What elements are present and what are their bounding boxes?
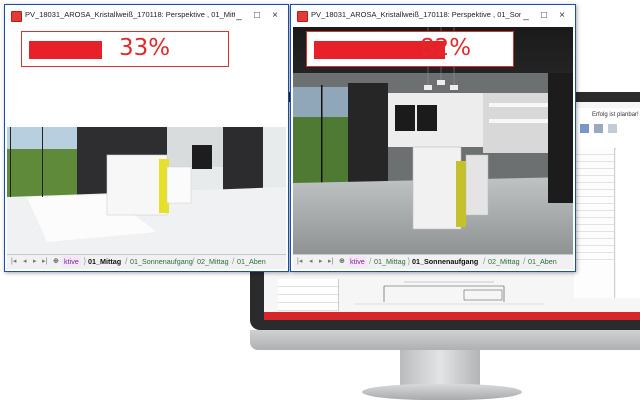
maximize-button[interactable]: □ <box>537 9 551 23</box>
tab-separator: / <box>125 256 128 266</box>
render-viewport: 33% <box>7 27 286 255</box>
ribbon-tool-icon <box>580 124 589 133</box>
progress-indicator: 82% <box>306 31 514 67</box>
minimize-button[interactable]: _ <box>519 9 533 23</box>
tab-perspektive[interactable]: ktive <box>348 256 367 267</box>
close-button[interactable]: × <box>555 9 569 23</box>
sheet-tab-strip: |◂ ◂ ▸ ▸| ⊕ ktive ⟩ 01_Mittag / 01_Sonne… <box>7 254 286 269</box>
tab-02-mittag[interactable]: 02_Mittag <box>197 256 229 267</box>
maximize-button[interactable]: □ <box>250 9 264 23</box>
tab-separator: / <box>192 256 195 266</box>
next-tab-button[interactable]: ▸ <box>319 257 323 265</box>
ribbon-tool-icon <box>594 124 603 133</box>
prev-tab-button[interactable]: ◂ <box>309 257 313 265</box>
tab-perspektive[interactable]: ktive <box>62 256 81 267</box>
last-tab-button[interactable]: ▸| <box>42 257 47 265</box>
render-window-sonnenaufgang[interactable]: PV_18031_AROSA_Kristallweiß_170118: Pers… <box>290 4 576 272</box>
first-tab-button[interactable]: |◂ <box>11 257 16 265</box>
add-tab-icon[interactable]: ⊕ <box>339 257 345 265</box>
close-button[interactable]: × <box>268 9 282 23</box>
tab-separator: / <box>232 256 235 266</box>
tab-01-aben[interactable]: 01_Aben <box>528 256 557 267</box>
tab-separator: / <box>523 256 526 266</box>
tab-separator: / <box>483 256 486 266</box>
app-icon <box>297 11 308 22</box>
tab-02-mittag[interactable]: 02_Mittag <box>488 256 520 267</box>
background-ribbon: Erfolg ist planbar! <box>574 108 640 149</box>
ribbon-tool-icon <box>608 124 617 133</box>
window-title: PV_18031_AROSA_Kristallweiß_170118: Pers… <box>25 10 235 19</box>
first-tab-button[interactable]: |◂ <box>297 257 302 265</box>
title-bar[interactable]: PV_18031_AROSA_Kristallweiß_170118: Pers… <box>291 5 575 27</box>
tab-01-sonnenaufgang[interactable]: 01_Sonnenaufgang <box>412 256 478 267</box>
ribbon-slogan: Erfolg ist planbar! <box>592 112 639 118</box>
window-title: PV_18031_AROSA_Kristallweiß_170118: Pers… <box>311 10 521 19</box>
tab-separator: ⟩ <box>83 256 87 266</box>
app-icon <box>11 11 22 22</box>
render-viewport: 82% <box>293 27 573 255</box>
monitor-status-bar <box>264 312 640 320</box>
progress-percent: 82% <box>420 35 472 61</box>
tab-separator: ⟩ <box>407 256 411 266</box>
next-tab-button[interactable]: ▸ <box>33 257 37 265</box>
add-tab-icon[interactable]: ⊕ <box>53 257 59 265</box>
title-bar[interactable]: PV_18031_AROSA_Kristallweiß_170118: Pers… <box>5 5 288 27</box>
progress-percent: 33% <box>119 35 171 61</box>
tab-01-sonnenaufgang[interactable]: 01_Sonnenaufgang <box>130 256 193 267</box>
render-window-mittag[interactable]: PV_18031_AROSA_Kristallweiß_170118: Pers… <box>4 4 289 272</box>
background-side-panel <box>616 148 640 298</box>
monitor-stand-foot <box>362 384 522 400</box>
sheet-tab-strip: |◂ ◂ ▸ ▸| ⊕ ktive / 01_Mittag ⟩ 01_Sonne… <box>293 254 573 269</box>
minimize-button[interactable]: _ <box>232 9 246 23</box>
floorplan-drawing <box>354 281 544 305</box>
prev-tab-button[interactable]: ◂ <box>23 257 27 265</box>
monitor-stand-neck <box>400 350 480 386</box>
tab-01-mittag[interactable]: 01_Mittag <box>88 256 121 267</box>
last-tab-button[interactable]: ▸| <box>328 257 333 265</box>
tab-separator: / <box>369 256 372 266</box>
tab-01-mittag[interactable]: 01_Mittag <box>374 256 406 267</box>
tab-01-aben[interactable]: 01_Aben <box>237 256 266 267</box>
progress-indicator: 33% <box>21 31 229 67</box>
background-panel <box>574 148 615 298</box>
background-properties <box>278 279 339 311</box>
progress-fill <box>29 41 102 59</box>
monitor-chin <box>250 330 640 350</box>
